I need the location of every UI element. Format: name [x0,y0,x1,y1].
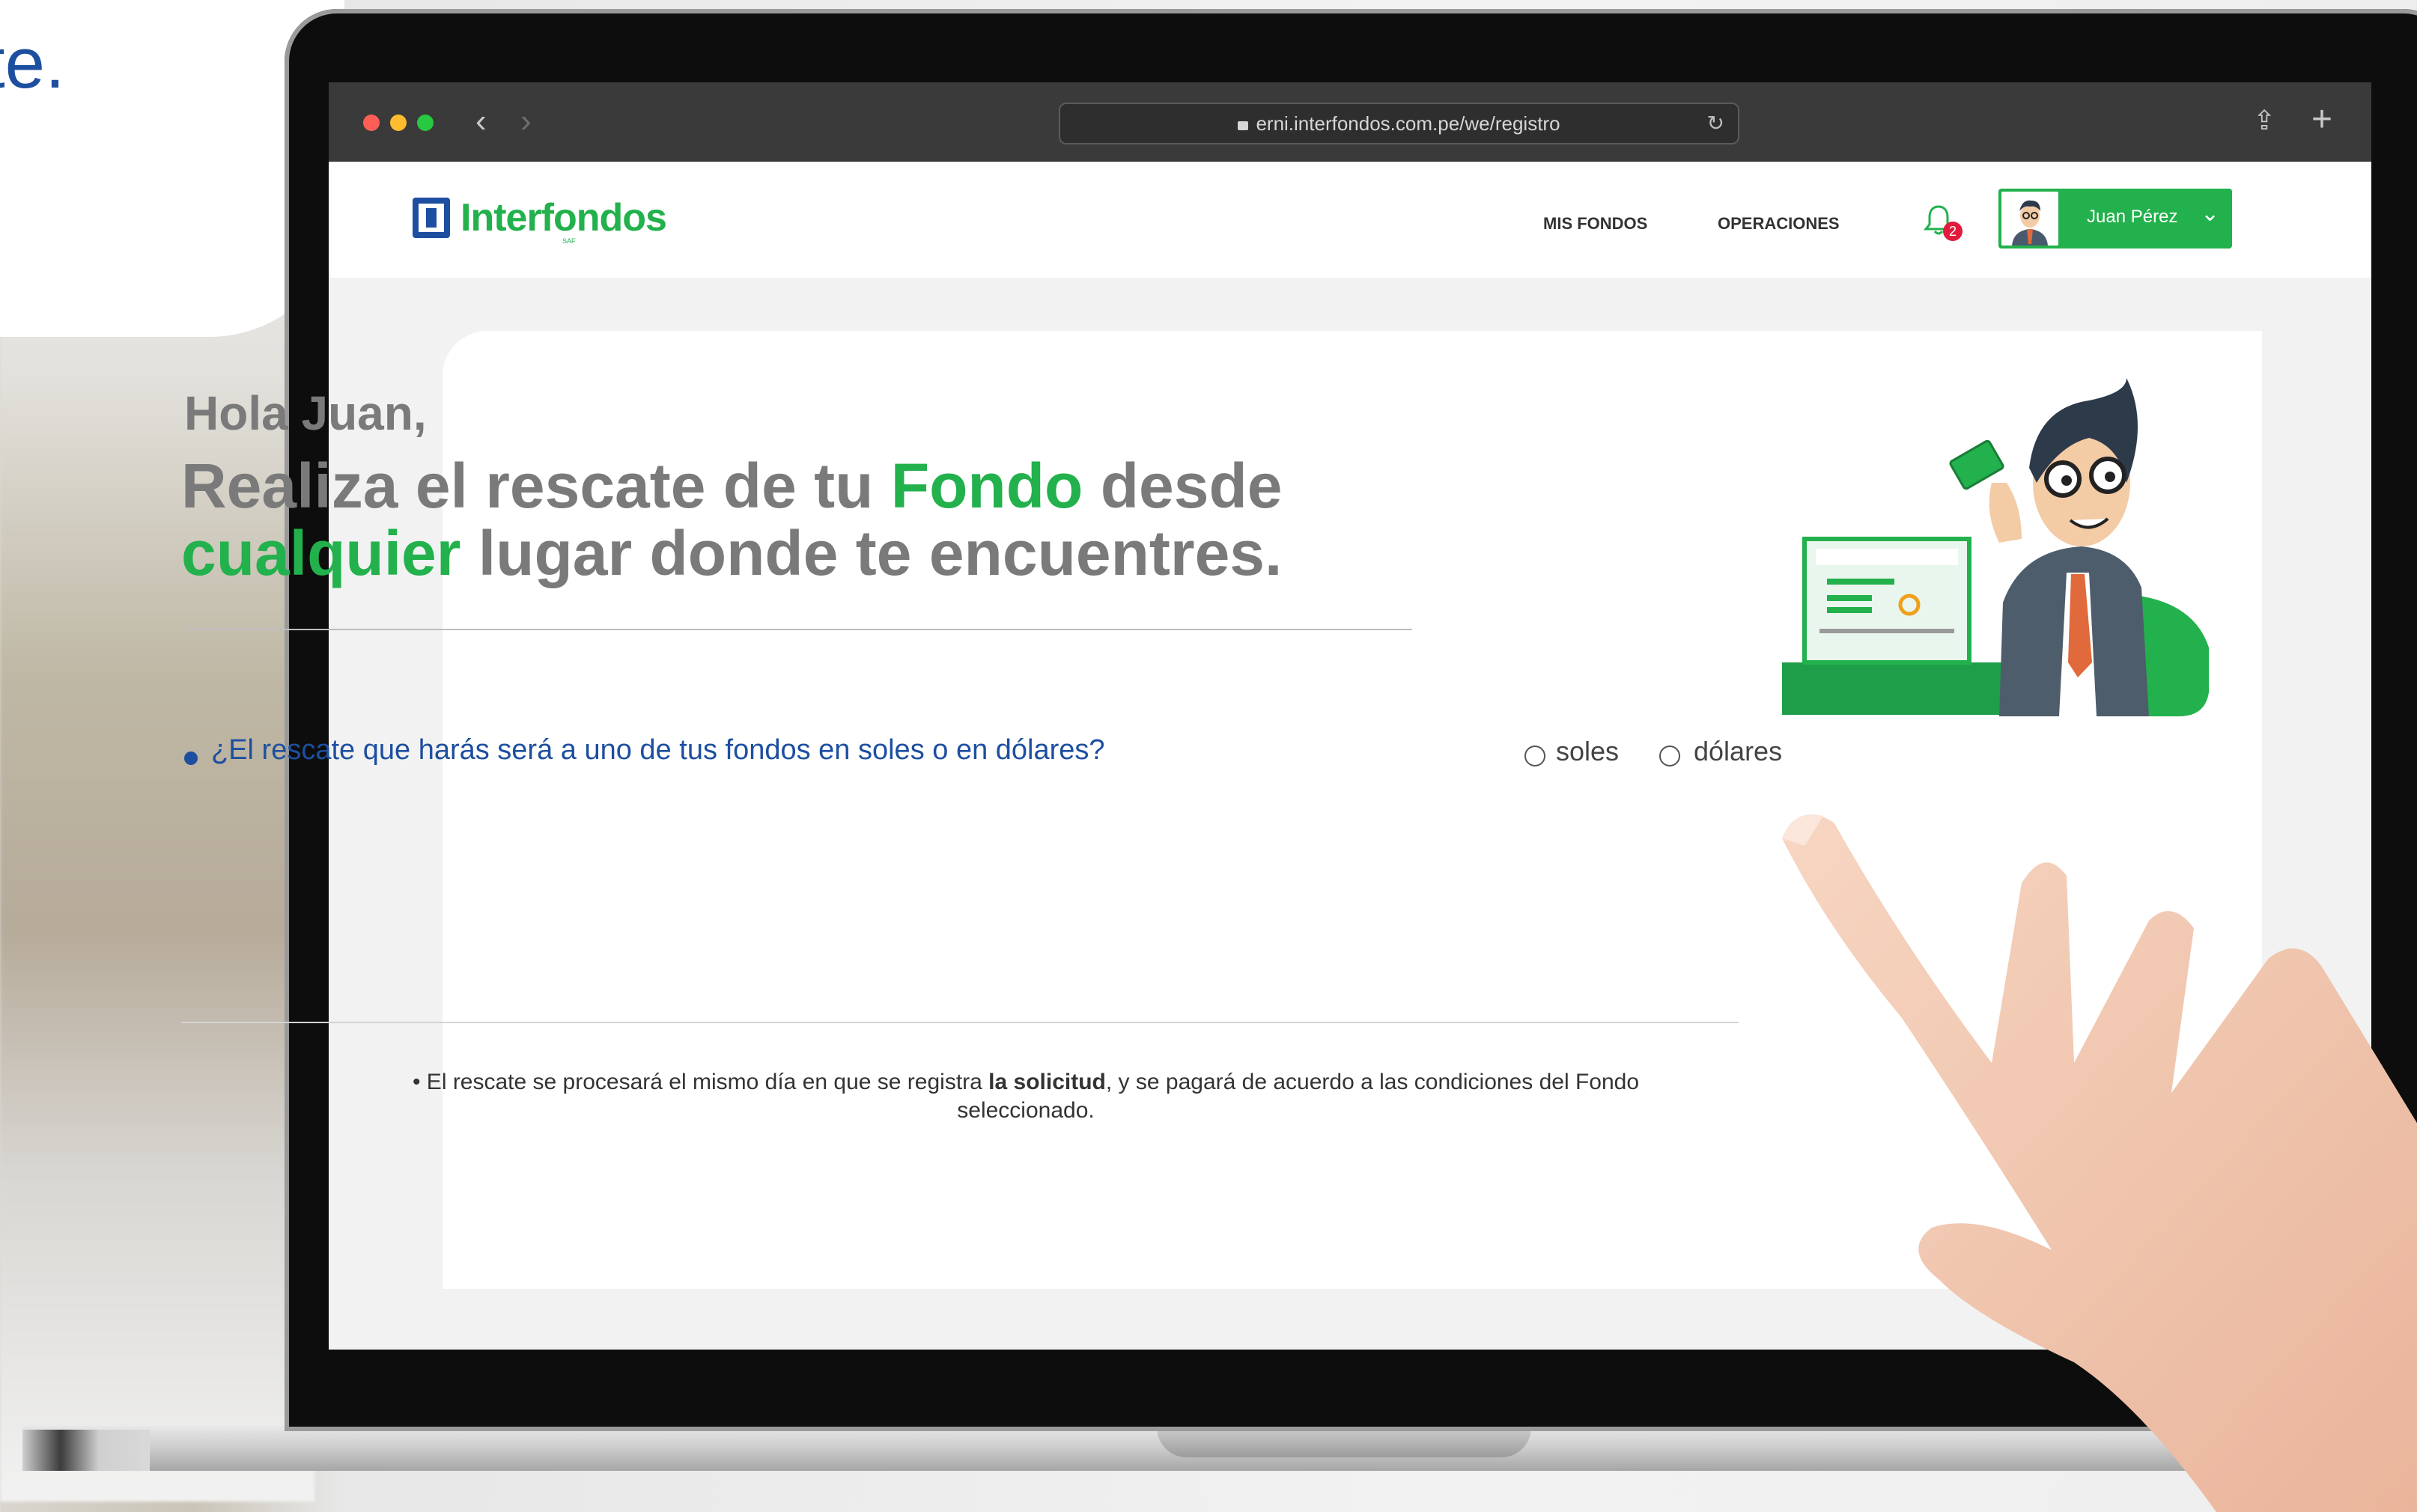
logo-text: Interfondos [460,196,667,240]
share-icon[interactable]: ⇪ [2253,105,2275,136]
notification-badge: 2 [1943,222,1963,241]
headline-part-3: lugar donde te encuentres. [460,518,1283,588]
back-icon[interactable]: ‹ [475,105,487,138]
close-window-button[interactable] [363,115,380,131]
avatar [2001,192,2058,246]
address-bar[interactable]: erni.interfondos.com.pe/we/registro ↻ [1059,103,1739,144]
radio-soles[interactable] [1524,746,1545,766]
greeting: Hola Juan, [184,386,427,440]
divider [181,1022,1739,1023]
disclaimer-note: • El rescate se procesará el mismo día e… [397,1068,1655,1125]
currency-question: ¿El rescate que harás será a uno de tus … [211,734,1105,766]
logo[interactable]: Interfondos [413,195,667,240]
page-title: Realiza el rescate de tu Fondo desde cua… [181,452,1439,587]
radio-soles-label[interactable]: soles [1556,736,1619,767]
headline-highlight-cualquier: cualquier [181,518,461,588]
hand-photo [1782,814,2417,1512]
question-bullet [184,752,198,765]
user-menu[interactable]: Juan Pérez ⌄ [1998,189,2232,249]
illustration [1782,378,2209,716]
minimize-window-button[interactable] [390,115,407,131]
note-bold: la solicitud [988,1070,1106,1094]
chevron-down-icon: ⌄ [2201,201,2220,226]
maximize-window-button[interactable] [417,115,434,131]
radio-dolares-label[interactable]: dólares [1694,736,1782,767]
nav-mis-fondos[interactable]: MIS FONDOS [1543,214,1647,234]
user-name: Juan Pérez [2087,207,2178,227]
headline-part-2: desde [1083,451,1283,521]
new-tab-icon[interactable]: + [2311,99,2332,140]
note-text: • El rescate se procesará el mismo día e… [412,1070,989,1094]
lock-icon [1238,121,1249,130]
reload-icon[interactable]: ↻ [1707,104,1724,143]
logo-subtitle: SAF [562,237,576,245]
url-text: erni.interfondos.com.pe/we/registro [1256,112,1560,135]
laptop-base-edge [22,1430,150,1471]
browser-toolbar: ‹ › erni.interfondos.com.pe/we/registro … [329,82,2371,162]
background-text: te. [0,23,65,103]
nav-operaciones[interactable]: OPERACIONES [1718,214,1840,234]
headline-part-1: Realiza el rescate de tu [181,451,891,521]
logo-mark-icon [413,198,450,238]
headline-highlight-fondo: Fondo [890,451,1083,521]
divider [184,629,1412,630]
radio-dolares[interactable] [1659,746,1680,766]
forward-icon[interactable]: › [520,105,532,138]
site-header: Interfondos SAF MIS FONDOS OPERACIONES 2 [329,162,2371,278]
